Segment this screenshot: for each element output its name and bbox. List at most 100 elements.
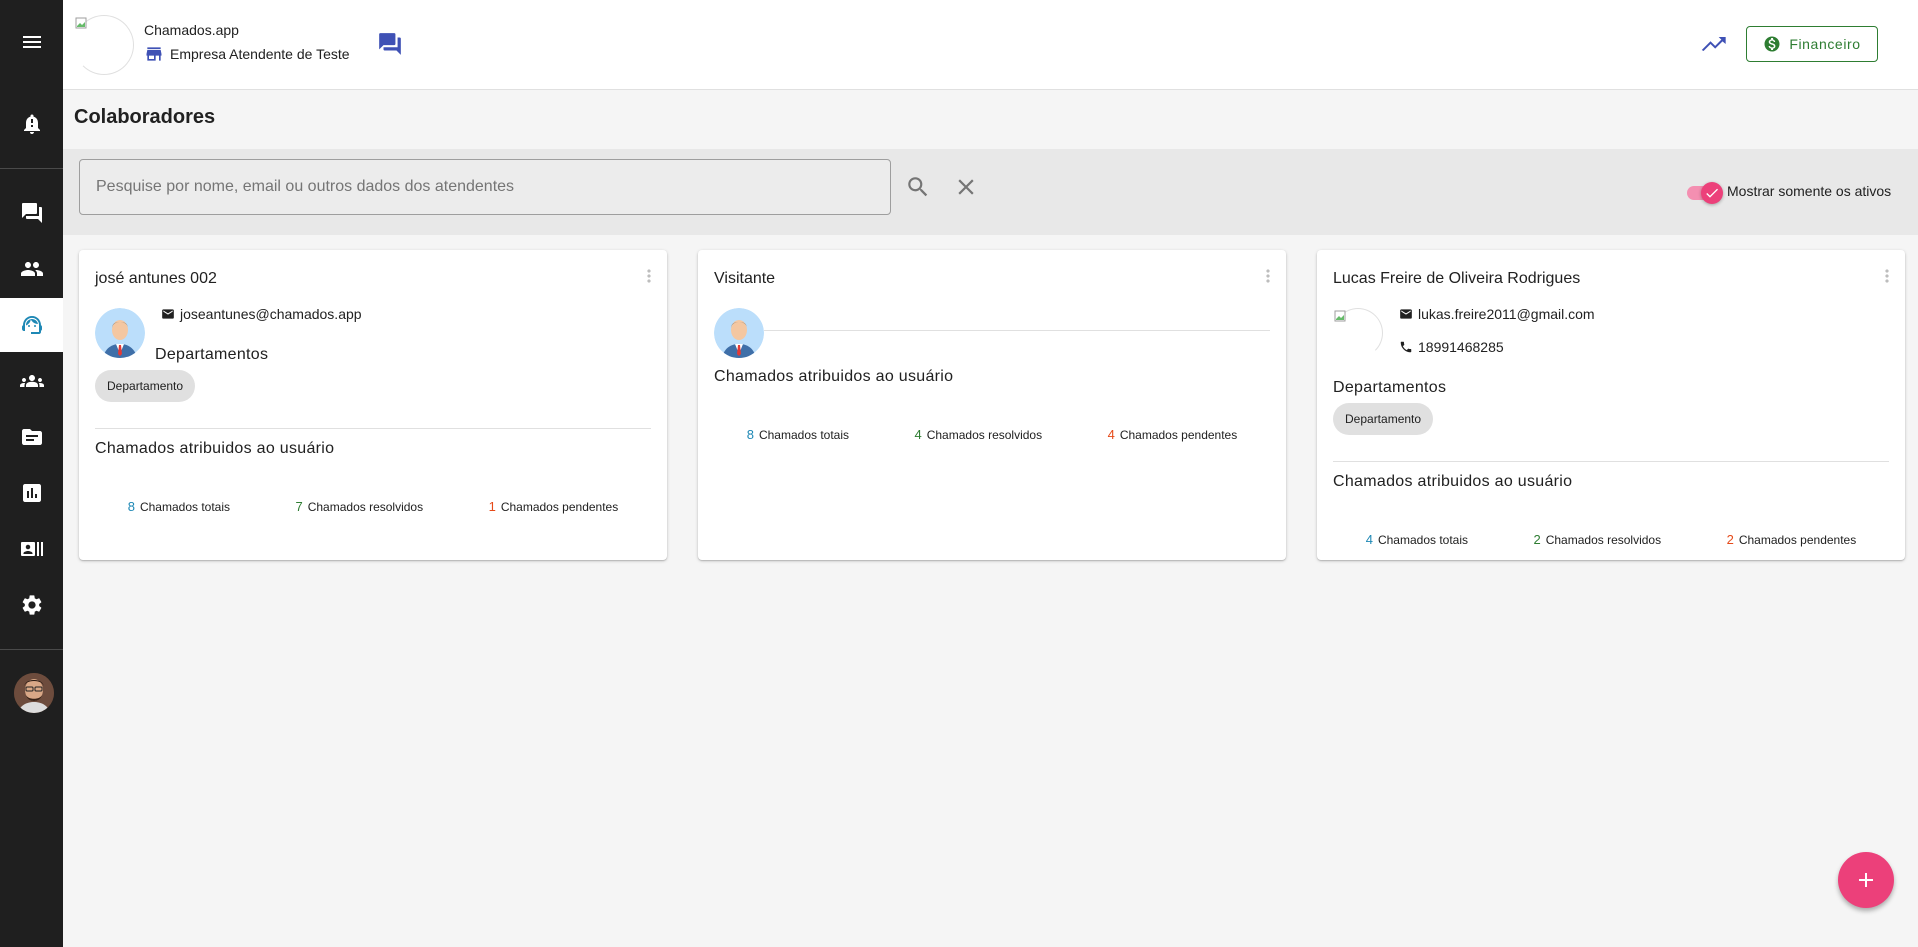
total-count: 8 xyxy=(127,499,135,514)
collaborator-card: Visitante Chamados atribuidos ao usuário… xyxy=(698,250,1286,560)
top-header: Chamados.app Empresa Atendente de Teste … xyxy=(63,0,1918,90)
settings-icon xyxy=(22,595,41,615)
broken-image-icon xyxy=(1334,310,1346,322)
more-vert-icon[interactable] xyxy=(1258,266,1270,286)
resolved-label: Chamados resolvidos xyxy=(307,500,424,514)
collaborator-name: josé antunes 002 xyxy=(95,270,217,287)
collaborator-name: Lucas Freire de Oliveira Rodrigues xyxy=(1333,270,1581,287)
contact-card-icon xyxy=(20,542,43,556)
app-name: Chamados.app xyxy=(144,22,239,38)
stat-pending: 1 Chamados pendentes xyxy=(489,499,619,514)
avatar xyxy=(714,308,764,358)
chart-icon xyxy=(22,484,41,502)
resolved-count: 4 xyxy=(914,427,922,442)
plus-icon xyxy=(1859,873,1873,887)
more-vert-icon[interactable] xyxy=(639,266,651,286)
toggle-thumb xyxy=(1701,182,1723,204)
user-avatar[interactable] xyxy=(14,673,54,713)
sidebar-item-groups[interactable] xyxy=(0,354,63,408)
dollar-icon xyxy=(1764,36,1780,52)
divider xyxy=(95,428,651,429)
divider xyxy=(1333,461,1889,462)
sidebar-item-contacts[interactable] xyxy=(0,522,63,576)
total-label: Chamados totais xyxy=(758,428,850,442)
financeiro-button[interactable]: Financeiro xyxy=(1746,26,1878,62)
search-icon[interactable] xyxy=(905,174,931,200)
financeiro-label: Financeiro xyxy=(1789,36,1861,52)
ticket-stats: 4 Chamados totais 2 Chamados resolvidos 2C… xyxy=(1333,532,1889,547)
stat-resolved: 2 Chamados resolvidos xyxy=(1533,532,1661,547)
mail-icon xyxy=(162,309,174,319)
collaborator-card: Lucas Freire de Oliveira Rodrigues lukas… xyxy=(1317,250,1905,560)
sidebar-item-chat[interactable] xyxy=(0,186,63,240)
active-only-toggle[interactable] xyxy=(1687,181,1723,204)
sidebar-divider xyxy=(0,649,63,650)
forum-icon[interactable] xyxy=(377,31,403,57)
divider xyxy=(764,330,1270,331)
close-icon[interactable] xyxy=(953,174,979,200)
add-collaborator-button[interactable] xyxy=(1838,852,1894,908)
broken-image-icon xyxy=(75,17,87,29)
sidebar-item-reports[interactable] xyxy=(0,466,63,520)
assigned-title: Chamados atribuidos ao usuário xyxy=(95,440,335,457)
trending-icon[interactable] xyxy=(1700,30,1728,58)
resolved-label: Chamados resolvidos xyxy=(926,428,1043,442)
sidebar xyxy=(0,0,63,947)
resolved-count: 2 xyxy=(1533,532,1541,547)
stat-pending: 4 Chamados pendentes xyxy=(1108,427,1238,442)
department-chip: Departamento xyxy=(95,370,196,402)
notifications-icon[interactable] xyxy=(0,97,63,151)
sidebar-item-people[interactable] xyxy=(0,242,63,296)
stat-pending: 2 Chamados pendentes xyxy=(1727,532,1857,547)
avatar xyxy=(95,308,145,358)
pending-label: Chamados pendentes xyxy=(1738,533,1857,547)
collaborator-name: Visitante xyxy=(714,270,776,287)
department-chip: Departamento xyxy=(1333,403,1434,435)
sidebar-item-folder[interactable] xyxy=(0,410,63,464)
phone-text: 18991468285 xyxy=(1418,339,1504,355)
menu-icon[interactable] xyxy=(0,15,63,69)
phone-icon xyxy=(1400,341,1412,353)
ticket-stats: 8 Chamados totais 4 Chamados resolvidos 4C… xyxy=(714,427,1270,442)
stat-total: 8 Chamados totais xyxy=(747,427,849,442)
company-name: Empresa Atendente de Teste xyxy=(170,46,350,62)
mail-icon xyxy=(1400,309,1412,319)
sidebar-item-colaboradores[interactable] xyxy=(0,298,63,352)
company-selector[interactable]: Empresa Atendente de Teste xyxy=(144,44,350,64)
sidebar-item-settings[interactable] xyxy=(0,578,63,632)
sidebar-divider xyxy=(0,168,63,169)
assigned-title: Chamados atribuidos ao usuário xyxy=(1333,473,1573,490)
pending-count: 4 xyxy=(1107,427,1115,442)
email-row: joseantunes@chamados.app xyxy=(161,306,362,322)
chat-icon xyxy=(21,203,42,223)
assigned-title: Chamados atribuidos ao usuário xyxy=(714,368,954,385)
total-label: Chamados totais xyxy=(1377,533,1469,547)
ticket-stats: 8 Chamados totais 7 Chamados resolvidos 1C… xyxy=(95,499,651,514)
phone-row: 18991468285 xyxy=(1399,339,1504,355)
stat-total: 8 Chamados totais xyxy=(128,499,230,514)
departments-title: Departamentos xyxy=(1333,379,1447,396)
search-bar: Mostrar somente os ativos xyxy=(63,149,1918,235)
departments-title: Departamentos xyxy=(155,346,269,363)
folder-icon xyxy=(21,429,42,445)
total-count: 4 xyxy=(1365,532,1373,547)
total-count: 8 xyxy=(746,427,754,442)
email-text: joseantunes@chamados.app xyxy=(180,306,362,322)
people-icon xyxy=(20,262,43,276)
pending-label: Chamados pendentes xyxy=(500,500,619,514)
stat-total: 4 Chamados totais xyxy=(1366,532,1468,547)
collaborator-card: josé antunes 002 joseantunes@chamados.ap… xyxy=(79,250,667,560)
page-title: Colaboradores xyxy=(74,106,216,128)
more-vert-icon[interactable] xyxy=(1877,266,1889,286)
email-row: lukas.freire2011@gmail.com xyxy=(1399,306,1595,322)
resolved-label: Chamados resolvidos xyxy=(1545,533,1662,547)
pending-count: 2 xyxy=(1726,532,1734,547)
stat-resolved: 7 Chamados resolvidos xyxy=(295,499,423,514)
total-label: Chamados totais xyxy=(139,500,231,514)
resolved-count: 7 xyxy=(295,499,303,514)
store-icon xyxy=(146,47,162,61)
pending-count: 1 xyxy=(488,499,496,514)
check-icon xyxy=(1706,188,1718,198)
support-agent-icon xyxy=(21,316,42,334)
search-input[interactable] xyxy=(79,159,891,215)
